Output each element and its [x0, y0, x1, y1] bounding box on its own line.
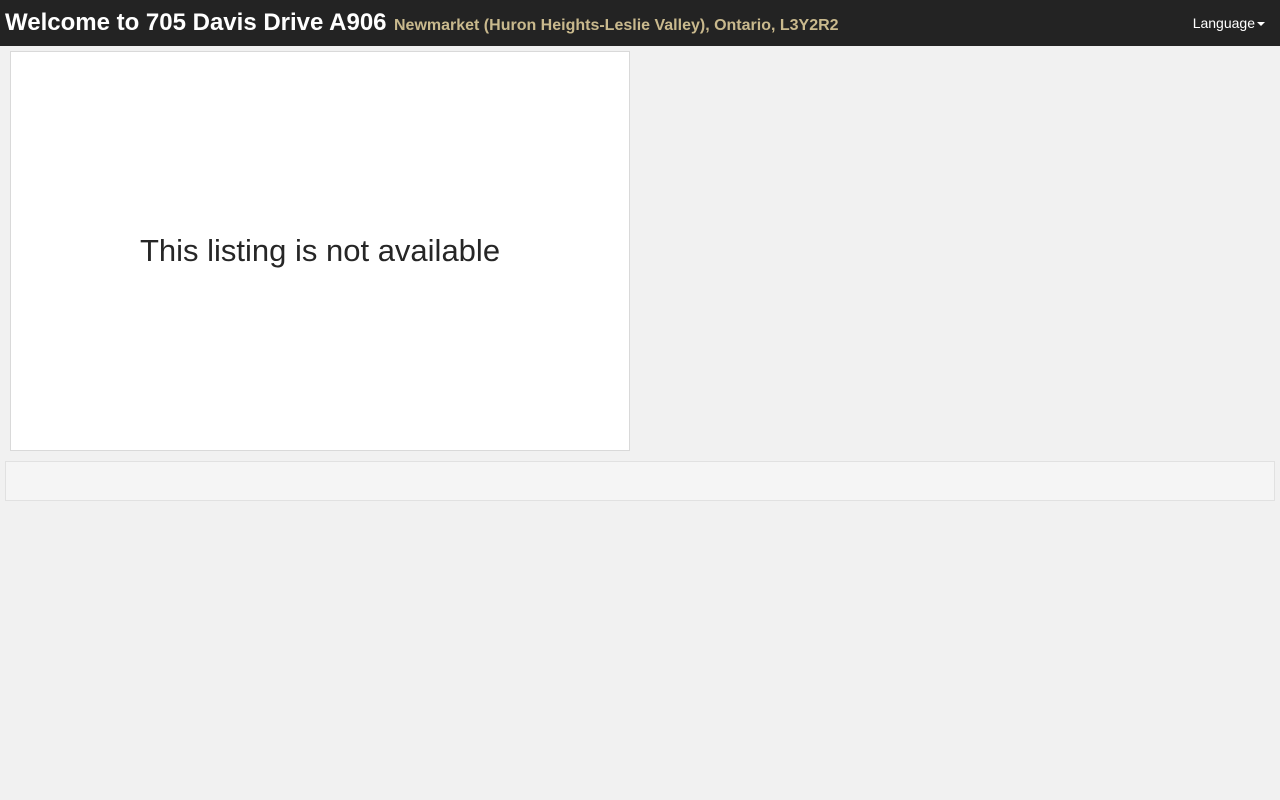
language-label: Language [1192, 15, 1255, 31]
caret-down-icon [1257, 22, 1265, 27]
page-title: Welcome to 705 Davis Drive A906 [5, 9, 387, 36]
listing-unavailable-message: This listing is not available [139, 233, 501, 268]
language-dropdown[interactable]: Language [1193, 15, 1265, 31]
listing-panel: This listing is not available [10, 51, 630, 451]
info-panel [5, 461, 1275, 501]
location-subtitle: Newmarket (Huron Heights-Leslie Valley),… [393, 17, 839, 34]
page-header: Welcome to 705 Davis Drive A906 Newmarke… [5, 9, 839, 40]
top-navbar: Welcome to 705 Davis Drive A906 Newmarke… [0, 0, 1280, 46]
